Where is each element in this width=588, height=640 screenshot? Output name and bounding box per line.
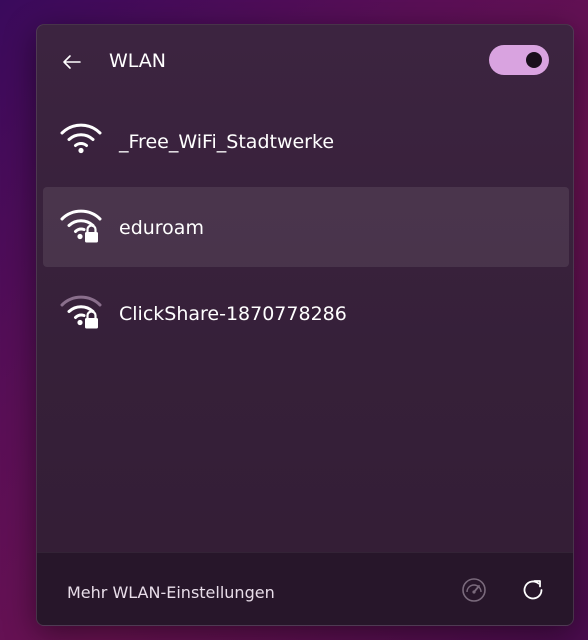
more-wlan-settings-link[interactable]: Mehr WLAN-Einstellungen [67, 583, 275, 603]
speed-test-button [457, 573, 491, 607]
wifi-secured-icon [60, 209, 102, 243]
lock-icon [85, 224, 98, 243]
wifi-medium-secured-icon [60, 295, 102, 329]
page-title: WLAN [109, 50, 167, 72]
flyout-header: WLAN [37, 25, 573, 97]
toggle-knob [526, 52, 542, 68]
refresh-button[interactable] [516, 573, 550, 607]
lock-icon [85, 310, 98, 329]
network-item-free-wifi-stadtwerke[interactable]: _Free_WiFi_Stadtwerke [43, 101, 569, 181]
network-list: _Free_WiFi_Stadtwerke eduroam ClickShare… [43, 101, 569, 359]
speedometer-icon [462, 578, 486, 602]
flyout-footer: Mehr WLAN-Einstellungen [37, 552, 573, 625]
network-item-clickshare[interactable]: ClickShare-1870778286 [43, 273, 569, 353]
network-name: eduroam [119, 217, 204, 239]
wlan-toggle[interactable] [489, 45, 549, 75]
back-button[interactable] [57, 47, 87, 77]
wlan-flyout: WLAN _Free_WiFi_Stadtwerke eduroam Click… [36, 24, 574, 626]
network-item-eduroam[interactable]: eduroam [43, 187, 569, 267]
network-name: ClickShare-1870778286 [119, 303, 347, 325]
refresh-icon [523, 580, 543, 600]
wifi-strong-icon [60, 123, 102, 154]
back-arrow-icon [63, 55, 81, 69]
network-name: _Free_WiFi_Stadtwerke [119, 131, 335, 153]
